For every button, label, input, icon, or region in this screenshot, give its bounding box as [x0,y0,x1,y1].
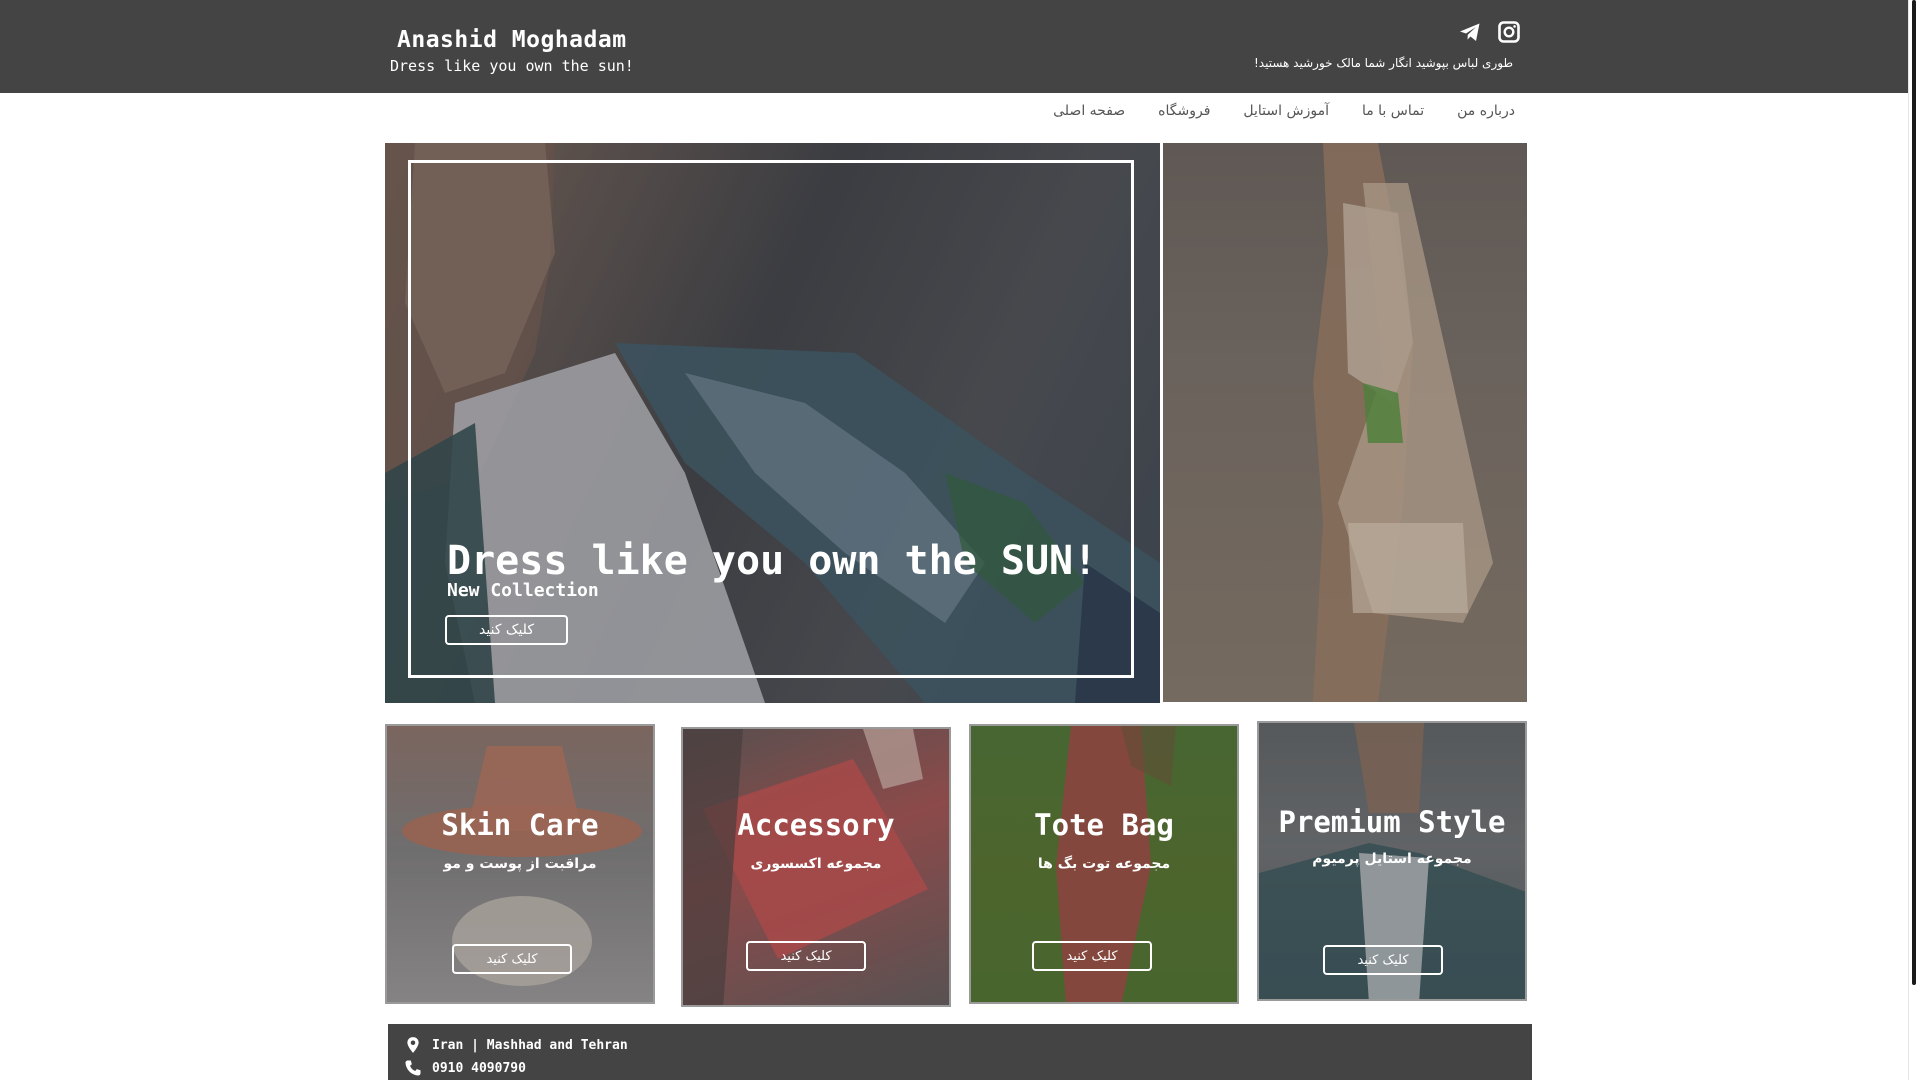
brand-name[interactable]: Anashid Moghadam [397,27,627,53]
header-bar: Anashid Moghadam Dress like you own the … [0,0,1908,93]
hero-title: Dress like you own the SUN! [447,538,1098,584]
instagram-icon[interactable] [1497,20,1521,44]
card-subtitle: مجموعه توت بگ ها [1037,856,1171,872]
card-subtitle: مجموعه اکسسوری [750,856,882,872]
footer-phone[interactable]: 0910 4090790 [432,1061,526,1076]
phone-icon[interactable] [404,1059,422,1077]
footer: Iran | Mashhad and Tehran 0910 4090790 [388,1024,1532,1080]
nav-item-style-tutorial[interactable]: آموزش استایل [1243,103,1329,119]
side-photo-shapes [1313,143,1493,702]
telegram-icon[interactable] [1458,20,1482,44]
nav-item-home[interactable]: صفحه اصلی [1053,103,1125,119]
card-skin-care[interactable]: Skin Care مراقبت از پوست و مو کلیک کنید [385,724,655,1004]
footer-phone-row: 0910 4090790 [404,1059,526,1077]
hero-cta-button[interactable]: کلیک کنید [445,615,568,645]
main-nav: صفحه اصلی فروشگاه آموزش استایل تماس با م… [1053,103,1515,119]
card-skin-care-button[interactable]: کلیک کنید [452,944,572,974]
card-title: Skin Care [441,808,599,842]
nav-item-shop[interactable]: فروشگاه [1158,103,1210,119]
card-title: Accessory [737,808,895,842]
card-title: Tote Bag [1034,808,1174,842]
card-title: Premium Style [1278,805,1506,839]
card-tote-bag-button[interactable]: کلیک کنید [1032,941,1152,971]
scrollbar-thumb[interactable] [1912,0,1916,985]
footer-address-row: Iran | Mashhad and Tehran [404,1036,628,1054]
card-tote-bag[interactable]: Tote Bag مجموعه توت بگ ها کلیک کنید [969,724,1239,1004]
header-tagline-fa: طوری لباس بپوشید انگار شما مالک خورشید ه… [1253,56,1513,70]
card-premium-style-button[interactable]: کلیک کنید [1323,945,1443,975]
nav-item-contact[interactable]: تماس با ما [1362,103,1424,119]
card-subtitle: مراقبت از پوست و مو [443,856,597,872]
tote-bag-model-photo[interactable] [1163,143,1527,702]
card-accessory-button[interactable]: کلیک کنید [746,941,866,971]
location-pin-icon [407,1037,419,1053]
brand-tagline: Dress like you own the sun! [390,57,634,75]
card-premium-style[interactable]: Premium Style مجموعه استایل پرمیوم کلیک … [1257,721,1527,1001]
nav-item-about[interactable]: درباره من [1457,103,1515,119]
hero-banner: Dress like you own the SUN! New Collecti… [385,143,1160,703]
card-accessory[interactable]: Accessory مجموعه اکسسوری کلیک کنید [681,727,951,1007]
footer-address: Iran | Mashhad and Tehran [432,1037,628,1053]
card-subtitle: مجموعه استایل پرمیوم [1312,851,1472,867]
hero-subtitle: New Collection [447,580,599,601]
